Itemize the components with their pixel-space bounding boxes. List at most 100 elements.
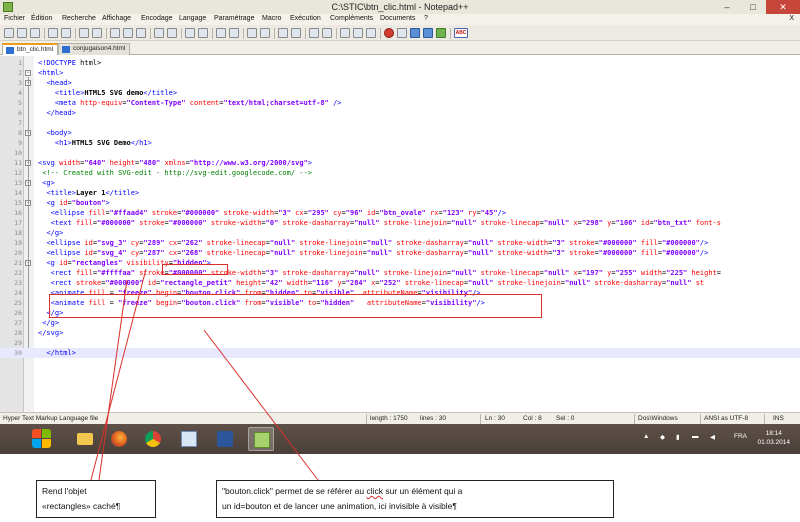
windows-start-icon[interactable] — [32, 429, 52, 449]
code-line[interactable]: 11 <svg width="640" height="480" xmlns="h… — [0, 158, 800, 168]
code-line[interactable]: 5 <meta http-equiv="Content-Type" conten… — [0, 98, 800, 108]
code-line[interactable]: 14 <title>Layer 1</title> — [0, 188, 800, 198]
find-icon[interactable] — [185, 28, 195, 38]
zoom-in-icon[interactable] — [216, 28, 226, 38]
monitor-icon[interactable] — [366, 28, 376, 38]
menu-langage[interactable]: Langage — [179, 15, 206, 22]
code-line[interactable]: 1 <!DOCTYPE html> — [0, 58, 800, 68]
explorer-icon[interactable] — [72, 427, 98, 451]
code-editor[interactable]: −−−−−−− 1<!DOCTYPE html>2<html>3 <head>4… — [0, 56, 800, 412]
menu-edition[interactable]: Édition — [31, 15, 52, 22]
code-line[interactable]: 23 <rect stroke="#000000" id="rectangle_… — [0, 278, 800, 288]
code-line[interactable]: 22 <rect fill="#ffffaa" stroke="#000000"… — [0, 268, 800, 278]
tray-clock[interactable]: 18:14 01.03.2014 — [757, 429, 790, 447]
code-line[interactable]: 2 <html> — [0, 68, 800, 78]
menu-documents[interactable]: Documents — [380, 15, 415, 22]
code-line[interactable]: 4 <title>HTML5 SVG demo</title> — [0, 88, 800, 98]
redo-icon[interactable] — [167, 28, 177, 38]
code-line[interactable]: 27 </g> — [0, 318, 800, 328]
cut-icon[interactable] — [110, 28, 120, 38]
status-divider — [366, 414, 367, 424]
code-line[interactable]: 18 </g> — [0, 228, 800, 238]
line-number: 15 — [14, 199, 22, 207]
wrap-icon[interactable] — [278, 28, 288, 38]
menu-help[interactable]: ? — [424, 15, 428, 22]
code-line[interactable]: 6 </head> — [0, 108, 800, 118]
doc-map-icon[interactable] — [322, 28, 332, 38]
chrome-icon[interactable] — [140, 427, 166, 451]
code-line[interactable]: 15 <g id="bouton"> — [0, 198, 800, 208]
indent-guide-icon[interactable] — [309, 28, 319, 38]
tray-volume-icon[interactable]: ◀ — [710, 433, 715, 441]
copy-icon[interactable] — [123, 28, 133, 38]
code-line[interactable]: 12 <!-- Created with SVG-edit - http://s… — [0, 168, 800, 178]
sync-v-icon[interactable] — [247, 28, 257, 38]
code-line[interactable]: 30 </html> — [0, 348, 800, 358]
folder-icon[interactable] — [353, 28, 363, 38]
code-line[interactable]: 20 <ellipse id="svg_4" cy="287" cx="268"… — [0, 248, 800, 258]
code-line[interactable]: 28 </svg> — [0, 328, 800, 338]
code-line[interactable]: 16 <ellipse fill="#ffaad4" stroke="#0000… — [0, 208, 800, 218]
close-window-button[interactable]: ✕ — [766, 0, 800, 14]
print-icon[interactable] — [92, 28, 102, 38]
tray-security-icon[interactable]: ◆ — [660, 433, 665, 441]
stop-icon[interactable] — [397, 28, 407, 38]
menu-fichier[interactable]: Fichier — [4, 15, 25, 22]
notepadpp-icon[interactable] — [248, 427, 274, 451]
spellcheck-icon[interactable]: ABC — [454, 28, 468, 38]
tray-language[interactable]: FRA — [734, 433, 747, 440]
menu-complements[interactable]: Compléments — [330, 15, 373, 22]
tray-network-icon[interactable]: ▮ — [676, 433, 680, 441]
record-icon[interactable] — [384, 28, 394, 38]
save-macro-icon[interactable] — [436, 28, 446, 38]
code-line[interactable]: 29 — [0, 338, 800, 348]
play-multi-icon[interactable] — [423, 28, 433, 38]
maximize-button[interactable]: □ — [740, 0, 766, 14]
tray-up-icon[interactable]: ▲ — [643, 433, 649, 440]
new-icon[interactable] — [4, 28, 14, 38]
menu-parametrage[interactable]: Paramétrage — [214, 15, 254, 22]
paste-icon[interactable] — [136, 28, 146, 38]
code-text: </g> — [42, 319, 60, 327]
minimize-button[interactable]: – — [714, 0, 740, 14]
notepad-icon[interactable] — [176, 427, 202, 451]
sync-h-icon[interactable] — [260, 28, 270, 38]
close-document-button[interactable]: X — [789, 15, 794, 22]
undo-icon[interactable] — [154, 28, 164, 38]
menu-recherche[interactable]: Recherche — [62, 15, 96, 22]
play-icon[interactable] — [410, 28, 420, 38]
save-icon[interactable] — [30, 28, 40, 38]
close-all-icon[interactable] — [79, 28, 89, 38]
save-all-icon[interactable] — [48, 28, 58, 38]
status-divider — [700, 414, 701, 424]
zoom-out-icon[interactable] — [229, 28, 239, 38]
code-line[interactable]: 9 <h1>HTML5 SVG Demo</h1> — [0, 138, 800, 148]
code-line[interactable]: 7 — [0, 118, 800, 128]
all-chars-icon[interactable] — [291, 28, 301, 38]
line-number: 26 — [14, 309, 22, 317]
code-line[interactable]: 8 <body> — [0, 128, 800, 138]
firefox-icon[interactable] — [106, 427, 132, 451]
code-line[interactable]: 19 <ellipse id="svg_3" cy="289" cx="262"… — [0, 238, 800, 248]
menu-encodage[interactable]: Encodage — [141, 15, 173, 22]
code-line[interactable]: 3 <head> — [0, 78, 800, 88]
open-icon[interactable] — [17, 28, 27, 38]
menu-affichage[interactable]: Affichage — [102, 15, 131, 22]
menu-macro[interactable]: Macro — [262, 15, 281, 22]
word-icon[interactable] — [212, 427, 238, 451]
line-number: 1 — [18, 59, 22, 67]
code-line[interactable]: 17 <text fill="#000000" stroke="#000000"… — [0, 218, 800, 228]
status-language: Hyper Text Markup Language file — [3, 415, 99, 422]
line-number: 4 — [18, 89, 22, 97]
func-list-icon[interactable] — [340, 28, 350, 38]
code-line[interactable]: 13 <g> — [0, 178, 800, 188]
tray-power-icon[interactable]: ▬ — [692, 433, 699, 440]
code-line[interactable]: 21 <g id="rectangles" visibility="hidden… — [0, 258, 800, 268]
tab-conjugaison4[interactable]: conjugaison4.html — [58, 43, 131, 55]
tab-btn-clic[interactable]: btn_clic.html — [2, 43, 59, 55]
menu-execution[interactable]: Exécution — [290, 15, 321, 22]
code-text: </g> — [46, 229, 64, 237]
replace-icon[interactable] — [198, 28, 208, 38]
code-line[interactable]: 10 — [0, 148, 800, 158]
close-icon[interactable] — [61, 28, 71, 38]
